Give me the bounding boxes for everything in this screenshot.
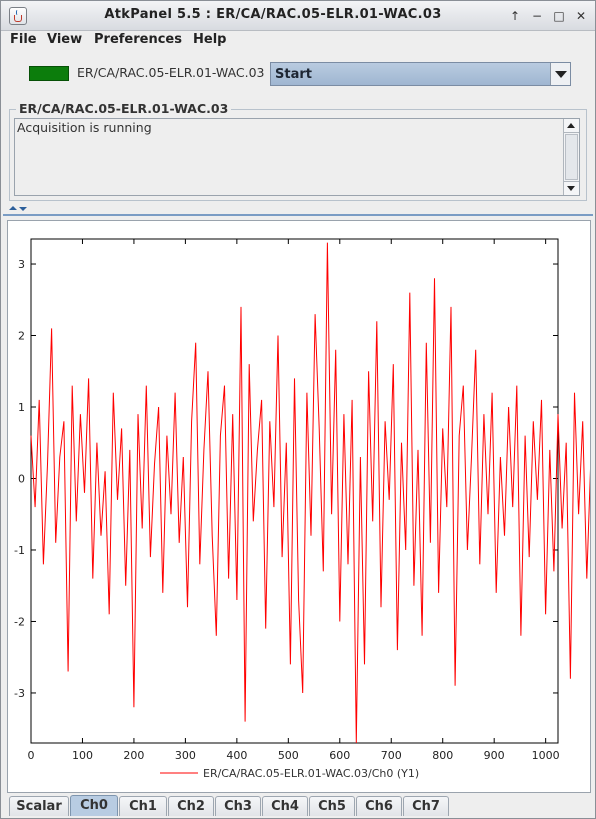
window-title: AtkPanel 5.5 : ER/CA/RAC.05-ELR.01-WAC.0… <box>104 7 442 22</box>
menu-preferences[interactable]: Preferences <box>94 32 182 47</box>
tab-ch5[interactable]: Ch5 <box>309 796 355 816</box>
y-tick-label: 2 <box>18 330 25 343</box>
legend-label: ER/CA/RAC.05-ELR.01-WAC.03/Ch0 (Y1) <box>203 767 419 780</box>
expand-down-icon[interactable] <box>19 207 27 211</box>
x-tick-label: 0 <box>28 749 35 762</box>
tab-ch3[interactable]: Ch3 <box>215 796 261 816</box>
command-dropdown-value: Start <box>275 67 312 82</box>
menu-help[interactable]: Help <box>193 32 226 47</box>
x-tick-label: 500 <box>278 749 299 762</box>
maximize-icon[interactable]: ↑ <box>507 8 523 24</box>
main-window: AtkPanel 5.5 : ER/CA/RAC.05-ELR.01-WAC.0… <box>0 0 596 819</box>
tab-bar: Scalar Ch0 Ch1 Ch2 Ch3 Ch4 Ch5 Ch6 Ch7 <box>1 794 595 818</box>
x-tick-label: 900 <box>484 749 505 762</box>
x-tick-label: 100 <box>72 749 93 762</box>
y-tick-label: -2 <box>14 615 25 628</box>
status-text-area[interactable]: Acquisition is running <box>14 118 580 196</box>
scroll-up-icon[interactable] <box>564 119 579 133</box>
device-name-label: ER/CA/RAC.05-ELR.01-WAC.03 <box>77 65 265 80</box>
tab-scalar[interactable]: Scalar <box>9 796 69 816</box>
y-tick-label: 0 <box>18 472 25 485</box>
command-dropdown[interactable]: Start <box>270 62 571 86</box>
splitter-line <box>3 214 593 216</box>
status-panel-title: ER/CA/RAC.05-ELR.01-WAC.03 <box>16 101 232 116</box>
tab-ch7[interactable]: Ch7 <box>403 796 449 816</box>
java-icon[interactable] <box>9 7 27 25</box>
title-bar[interactable]: AtkPanel 5.5 : ER/CA/RAC.05-ELR.01-WAC.0… <box>1 1 595 31</box>
close-icon[interactable]: ✕ <box>573 8 589 24</box>
scroll-down-icon[interactable] <box>564 181 579 195</box>
status-scrollbar[interactable] <box>563 119 579 195</box>
status-panel: ER/CA/RAC.05-ELR.01-WAC.03 Acquisition i… <box>9 101 587 201</box>
tab-ch2[interactable]: Ch2 <box>168 796 214 816</box>
chevron-down-icon[interactable] <box>550 63 570 85</box>
tab-ch1[interactable]: Ch1 <box>119 796 167 816</box>
chart-panel[interactable]: 3 2 1 0 -1 -2 -3 0 100 200 300 400 500 600 700 800 900 1… <box>7 220 591 793</box>
y-tick-label: -3 <box>14 687 25 700</box>
tab-ch4[interactable]: Ch4 <box>262 796 308 816</box>
tab-ch6[interactable]: Ch6 <box>356 796 402 816</box>
y-tick-label: 1 <box>18 401 25 414</box>
device-state-indicator <box>29 66 69 81</box>
x-tick-label: 800 <box>432 749 453 762</box>
minimize-icon[interactable]: − <box>529 8 545 24</box>
status-text: Acquisition is running <box>17 120 152 135</box>
scrollbar-thumb[interactable] <box>565 134 578 180</box>
x-tick-label: 300 <box>175 749 196 762</box>
split-pane-divider[interactable] <box>3 205 593 216</box>
menu-view[interactable]: View <box>47 32 82 47</box>
x-tick-label: 400 <box>226 749 247 762</box>
menu-file[interactable]: File <box>10 32 37 47</box>
x-tick-label: 700 <box>381 749 402 762</box>
tab-ch0[interactable]: Ch0 <box>70 795 118 816</box>
plot-area <box>30 238 559 744</box>
y-tick-label: -1 <box>14 544 25 557</box>
chart[interactable]: 3 2 1 0 -1 -2 -3 0 100 200 300 400 500 600 700 800 900 1… <box>8 221 590 792</box>
x-tick-label: 600 <box>329 749 350 762</box>
x-tick-label: 1000 <box>532 749 560 762</box>
x-tick-label: 200 <box>123 749 144 762</box>
menu-bar: File View Preferences Help <box>1 31 595 52</box>
y-tick-label: 3 <box>18 258 25 271</box>
restore-icon[interactable]: □ <box>551 8 567 24</box>
collapse-up-icon[interactable] <box>9 206 17 210</box>
